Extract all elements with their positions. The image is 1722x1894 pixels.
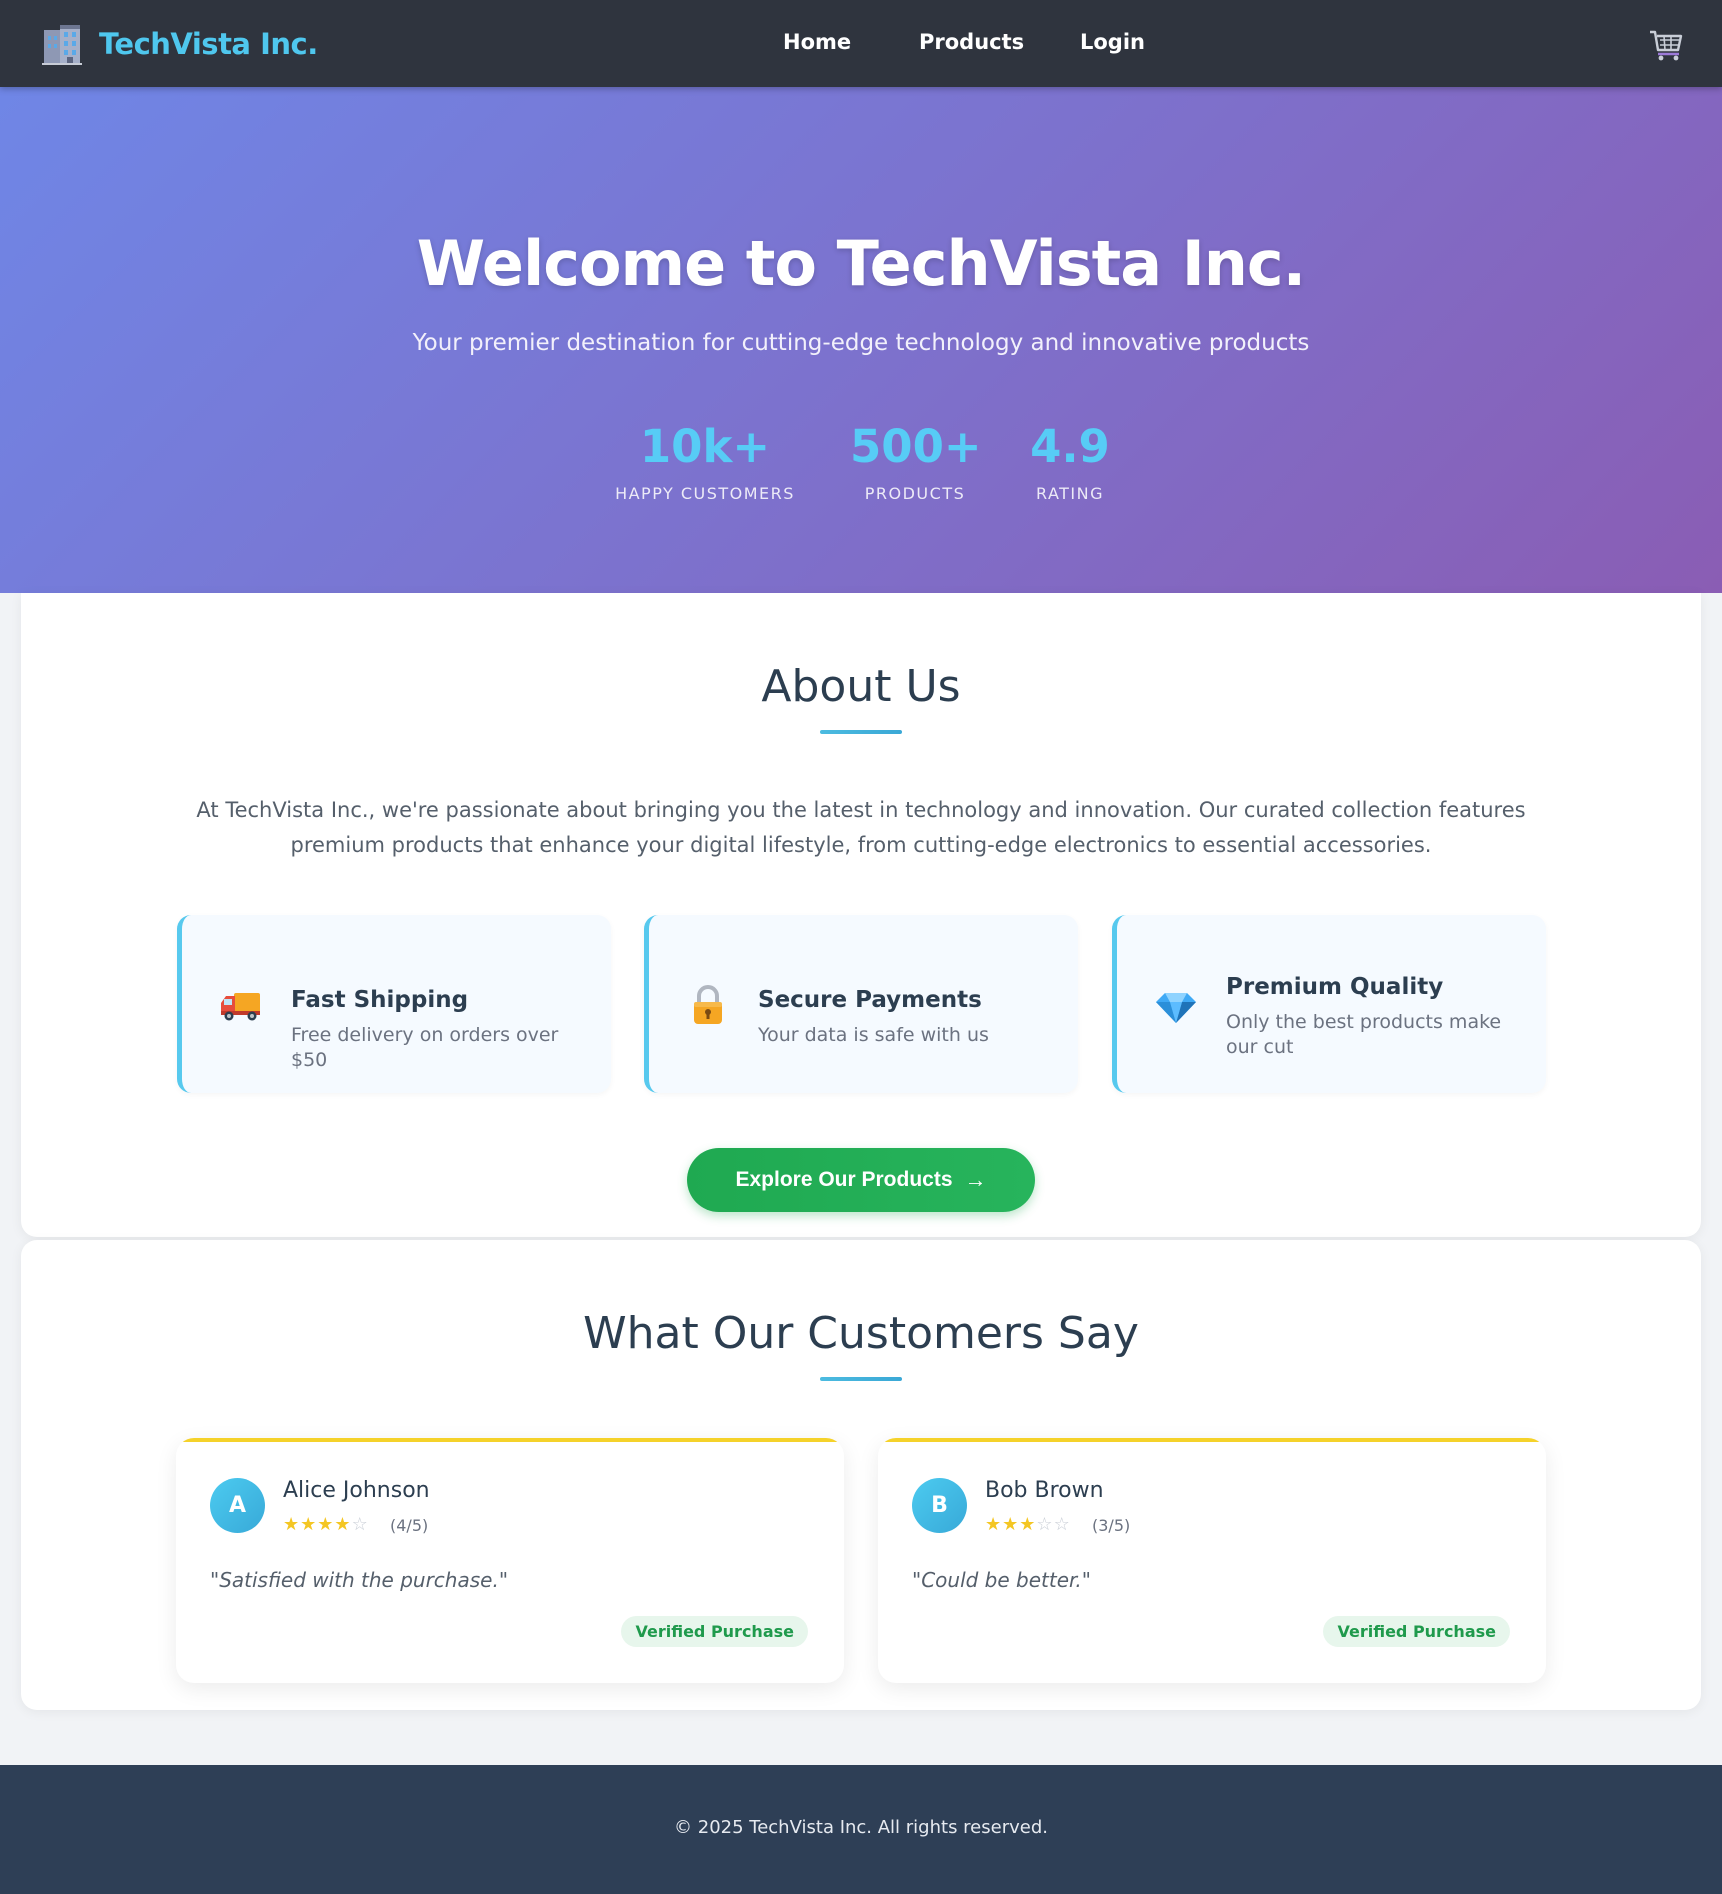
star-filled-icon: ★: [985, 1514, 1003, 1534]
stat-value: 10k+: [639, 420, 771, 473]
verified-purchase-badge: Verified Purchase: [621, 1616, 808, 1647]
star-filled-icon: ★: [283, 1514, 301, 1534]
arrow-right-icon: →: [964, 1167, 987, 1192]
footer: © 2025 TechVista Inc. All rights reserve…: [0, 1765, 1722, 1894]
star-filled-icon: ★: [300, 1514, 318, 1534]
stat-happy-customers: 10k+ HAPPY CUSTOMERS: [600, 422, 810, 503]
reviews-section: What Our Customers Say A Alice Johnson ★…: [21, 1240, 1701, 1710]
reviewer-name: Bob Brown: [985, 1478, 1104, 1503]
feature-title: Fast Shipping: [291, 987, 469, 1013]
feature-card-fast-shipping: Fast Shipping Free delivery on orders ov…: [177, 915, 611, 1093]
reviews-title: What Our Customers Say: [583, 1308, 1139, 1359]
stat-label: RATING: [1035, 483, 1105, 503]
review-quote: "Could be better.": [912, 1568, 1091, 1592]
star-empty-icon: ☆: [351, 1514, 369, 1534]
star-filled-icon: ★: [317, 1514, 335, 1534]
avatar: A: [210, 1478, 265, 1533]
review-accent-bar: [878, 1438, 1546, 1442]
stat-rating: 4.9 RATING: [1020, 422, 1120, 503]
shopping-cart-icon[interactable]: [1648, 28, 1684, 62]
diamond-icon: [1156, 993, 1196, 1023]
rating-text: (3/5): [1092, 1516, 1131, 1535]
verified-purchase-badge: Verified Purchase: [1323, 1616, 1510, 1647]
hero-section: Welcome to TechVista Inc. Your premier d…: [0, 87, 1722, 593]
nav-link-login[interactable]: Login: [1080, 30, 1145, 54]
title-underline: [820, 730, 902, 734]
footer-copyright: © 2025 TechVista Inc. All rights reserve…: [674, 1817, 1048, 1838]
about-section: About Us At TechVista Inc., we're passio…: [21, 593, 1701, 1237]
feature-description: Your data is safe with us: [758, 1024, 989, 1046]
review-card: B Bob Brown ★★★☆☆ (3/5) "Could be better…: [878, 1438, 1546, 1683]
padlock-icon: [694, 985, 722, 1024]
stat-products: 500+ PRODUCTS: [850, 420, 982, 503]
nav-link-home[interactable]: Home: [783, 30, 851, 54]
feature-title: Premium Quality: [1226, 974, 1444, 1000]
review-card: A Alice Johnson ★★★★☆ (4/5) "Satisfied w…: [176, 1438, 844, 1683]
star-empty-icon: ☆: [1053, 1514, 1071, 1534]
feature-card-premium-quality: Premium Quality Only the best products m…: [1112, 915, 1546, 1093]
cta-label: Explore Our Products: [735, 1168, 953, 1191]
feature-card-secure-payments: Secure Payments Your data is safe with u…: [644, 915, 1078, 1093]
feature-description: Free delivery on orders over $50: [291, 1024, 559, 1071]
avatar: B: [912, 1478, 967, 1533]
star-empty-icon: ☆: [1036, 1514, 1054, 1534]
about-text: At TechVista Inc., we're passionate abou…: [196, 798, 1526, 857]
star-rating: ★★★★☆: [283, 1514, 369, 1535]
star-filled-icon: ★: [334, 1514, 352, 1534]
navbar: TechVista Inc. Home Products Login: [0, 0, 1722, 87]
nav-link-products[interactable]: Products: [919, 30, 1024, 54]
stat-value: 500+: [850, 420, 982, 473]
about-title: About Us: [761, 661, 961, 712]
explore-products-button[interactable]: Explore Our Products →: [687, 1148, 1035, 1212]
review-accent-bar: [176, 1438, 844, 1442]
star-filled-icon: ★: [1019, 1514, 1037, 1534]
hero-subtitle: Your premier destination for cutting-edg…: [412, 330, 1310, 356]
hero-title: Welcome to TechVista Inc.: [416, 227, 1307, 300]
feature-description: Only the best products make our cut: [1226, 1011, 1502, 1058]
review-quote: "Satisfied with the purchase.": [210, 1568, 509, 1592]
stat-label: PRODUCTS: [864, 483, 966, 503]
delivery-truck-icon: [221, 993, 260, 1021]
reviewer-name: Alice Johnson: [283, 1478, 430, 1503]
star-rating: ★★★☆☆: [985, 1514, 1071, 1535]
star-filled-icon: ★: [1002, 1514, 1020, 1534]
nav-links: Home Products Login: [0, 0, 1722, 87]
title-underline: [820, 1377, 902, 1381]
stat-label: HAPPY CUSTOMERS: [615, 483, 795, 503]
feature-title: Secure Payments: [758, 987, 982, 1013]
stat-value: 4.9: [1030, 420, 1110, 473]
rating-text: (4/5): [390, 1516, 429, 1535]
